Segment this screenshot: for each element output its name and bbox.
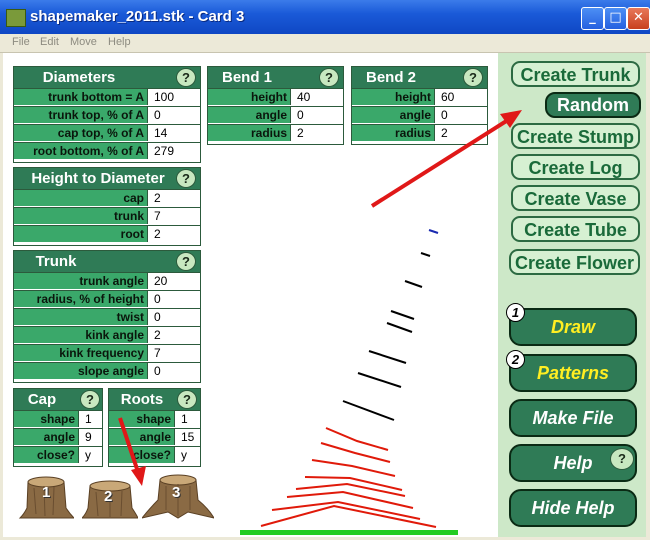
- create-log-button[interactable]: Create Log: [511, 154, 640, 180]
- draw-step-badge: 1: [506, 303, 525, 322]
- patterns-step-badge: 2: [506, 350, 525, 369]
- preview-cap-lines: [428, 229, 439, 234]
- ground-line: [240, 530, 458, 535]
- hide-help-button[interactable]: Hide Help: [509, 489, 637, 527]
- preview-trunk-lines: [342, 252, 431, 421]
- draw-button[interactable]: Draw: [509, 308, 637, 346]
- create-trunk-button[interactable]: Create Trunk: [511, 61, 640, 87]
- create-stump-button[interactable]: Create Stump: [511, 123, 640, 149]
- make-file-button[interactable]: Make File: [509, 399, 637, 437]
- patterns-button[interactable]: Patterns: [509, 354, 637, 392]
- help-info-icon[interactable]: ?: [610, 448, 634, 470]
- create-tube-button[interactable]: Create Tube: [511, 216, 640, 242]
- create-vase-button[interactable]: Create Vase: [511, 185, 640, 211]
- preview-root-lines: [260, 427, 437, 528]
- create-flower-button[interactable]: Create Flower: [509, 249, 640, 275]
- annotation-arrow-random: [370, 110, 522, 208]
- random-button[interactable]: Random: [545, 92, 641, 118]
- annotation-arrow-stump: [118, 417, 146, 486]
